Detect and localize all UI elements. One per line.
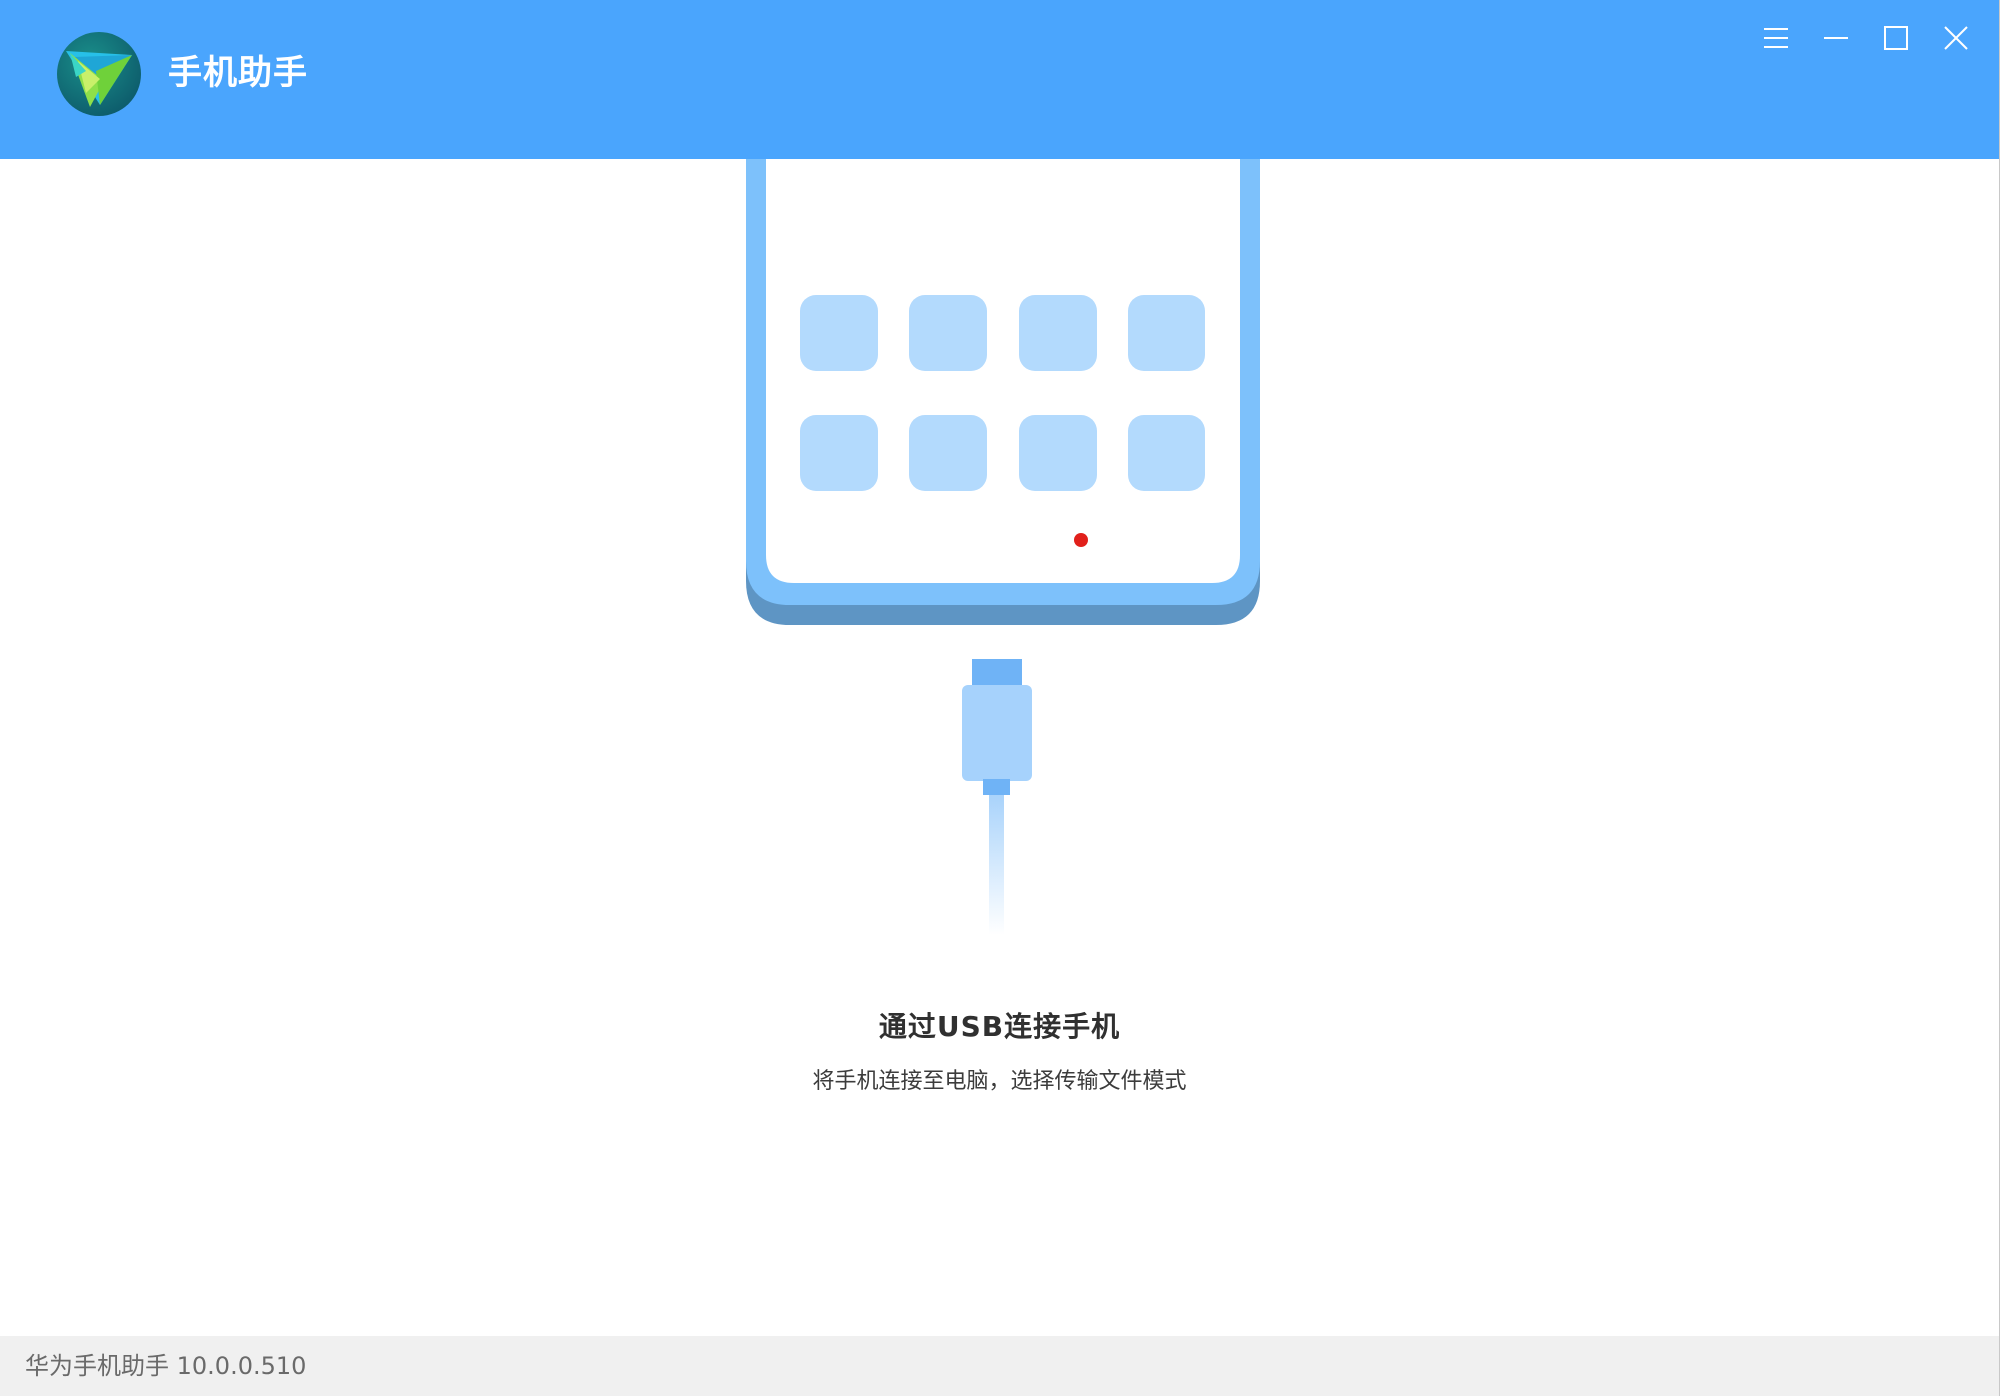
maximize-icon[interactable] — [1872, 14, 1920, 62]
app-tile — [1019, 295, 1097, 371]
usb-cable-illustration — [962, 659, 1032, 935]
connection-panel: 通过USB连接手机 将手机连接至电脑，选择传输文件模式 — [0, 159, 1999, 1336]
connect-subtitle: 将手机连接至电脑，选择传输文件模式 — [812, 1069, 1187, 1094]
phone-usb-illustration — [746, 159, 1260, 935]
app-title: 手机助手 — [168, 53, 308, 93]
minimize-icon[interactable] — [1812, 14, 1860, 62]
app-window: 手机助手 通过USB连接手机 将手机连接至电脑，选择传输文件模式 华为手机助手 … — [0, 0, 1999, 1396]
app-tile — [1128, 415, 1205, 491]
close-icon[interactable] — [1932, 14, 1980, 62]
version-label: 华为手机助手 10.0.0.510 — [25, 1352, 307, 1380]
app-tile — [800, 295, 878, 371]
hamburger-menu-icon[interactable] — [1752, 14, 1800, 62]
app-tile — [800, 415, 878, 491]
app-tile — [909, 415, 987, 491]
app-logo-icon — [56, 31, 142, 117]
phone-illustration — [746, 159, 1260, 625]
app-tile — [1128, 295, 1205, 371]
status-bar: 华为手机助手 10.0.0.510 — [0, 1336, 1999, 1396]
app-tile — [1019, 415, 1097, 491]
notification-dot — [1074, 533, 1088, 547]
title-bar[interactable]: 手机助手 — [0, 0, 1999, 159]
app-tile — [909, 295, 987, 371]
connect-title: 通过USB连接手机 — [878, 1010, 1121, 1043]
